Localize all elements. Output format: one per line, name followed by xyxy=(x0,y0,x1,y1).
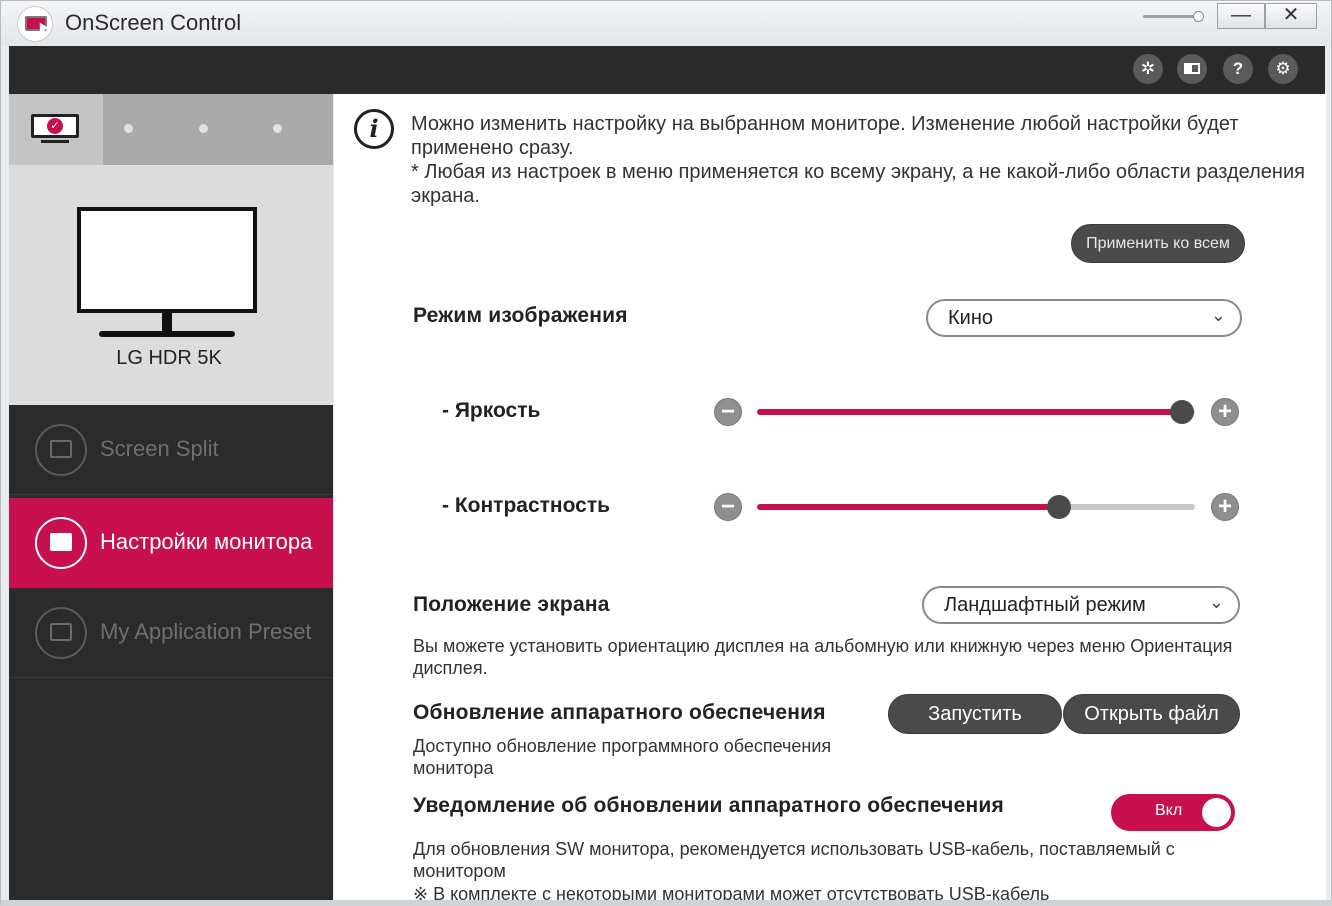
screen-position-label: Положение экрана xyxy=(413,593,610,616)
monitor-settings-icon xyxy=(35,517,87,569)
monitor-tab-selected[interactable]: ✓ xyxy=(9,94,103,165)
monitor-tab-2[interactable] xyxy=(124,124,133,133)
info-line-1: Можно изменить настройку на выбранном мо… xyxy=(411,113,1239,159)
cursor-click-icon[interactable]: ✲ xyxy=(1133,54,1163,84)
brightness-minus-button[interactable]: − xyxy=(714,398,742,426)
firmware-update-description: Доступно обновление программного обеспеч… xyxy=(413,736,832,778)
screen-position-value: Ландшафтный режим xyxy=(944,594,1146,616)
close-button[interactable]: ✕ xyxy=(1265,3,1317,29)
chevron-down-icon: ⌄ xyxy=(1210,305,1226,325)
application-preset-icon xyxy=(35,607,87,659)
firmware-update-label: Обновление аппаратного обеспечения xyxy=(413,701,826,724)
run-update-button[interactable]: Запустить xyxy=(888,694,1062,734)
monitor-illustration-screen xyxy=(77,207,257,313)
update-notification-label: Уведомление об обновлении аппаратного об… xyxy=(413,794,1004,817)
monitor-name: LG HDR 5K xyxy=(116,347,222,369)
brightness-slider-fill xyxy=(757,409,1182,415)
chevron-down-icon: ⌄ xyxy=(1208,592,1224,612)
app-logo-icon xyxy=(17,6,53,42)
check-icon: ✓ xyxy=(47,118,63,134)
transparency-slider-track xyxy=(1143,15,1199,18)
monitor-illustration-base xyxy=(99,331,235,337)
picture-mode-label: Режим изображения xyxy=(413,304,628,327)
nav-screen-split-label: Screen Split xyxy=(100,436,219,461)
contrast-label: - Контрастность xyxy=(442,494,611,517)
title-bar[interactable]: OnScreen Control — ✕ xyxy=(1,1,1331,45)
nav-monitor-settings-label: Настройки монитора xyxy=(100,529,313,554)
monitor-settings-icon-glyph xyxy=(50,533,72,551)
nav-my-application-preset[interactable]: My Application Preset xyxy=(9,588,333,678)
app-window: OnScreen Control — ✕ ✲ ? ⚙ ✓ LG HDR 5K S… xyxy=(0,0,1332,906)
brightness-plus-button[interactable]: + xyxy=(1211,398,1239,426)
window-bottom-border xyxy=(1,900,1332,906)
monitor-tabs: ✓ xyxy=(9,94,333,165)
update-notification-toggle[interactable]: Вкл xyxy=(1111,794,1235,831)
open-file-button[interactable]: Открыть файл xyxy=(1063,694,1240,734)
info-line-2: * Любая из настроек в меню применяется к… xyxy=(411,161,1305,207)
monitor-icon-stand xyxy=(41,140,69,143)
screen-split-icon-glyph xyxy=(50,440,72,458)
nav-my-application-preset-label: My Application Preset xyxy=(100,619,312,644)
contrast-slider-fill xyxy=(757,504,1060,510)
nav-monitor-settings[interactable]: Настройки монитора xyxy=(9,498,333,588)
screen-split-icon xyxy=(35,424,87,476)
transparency-slider[interactable] xyxy=(1143,11,1205,23)
settings-gear-icon[interactable]: ⚙ xyxy=(1268,54,1298,84)
help-icon[interactable]: ? xyxy=(1223,54,1253,84)
transparency-slider-thumb[interactable] xyxy=(1193,11,1204,22)
usb-cable-note: ※ В комплекте с некоторыми мониторами мо… xyxy=(413,884,1050,900)
picture-mode-select[interactable]: Кино ⌄ xyxy=(926,299,1242,337)
minimize-button[interactable]: — xyxy=(1217,3,1265,29)
brightness-slider[interactable] xyxy=(757,400,1195,424)
window-layout-glyph xyxy=(1184,63,1200,74)
screen-position-description: Вы можете установить ориентацию дисплея … xyxy=(413,636,1233,678)
window-title: OnScreen Control xyxy=(65,10,242,35)
contrast-plus-button[interactable]: + xyxy=(1211,493,1239,521)
contrast-slider-thumb[interactable] xyxy=(1047,495,1072,519)
info-icon: i xyxy=(354,109,394,149)
application-preset-icon-glyph xyxy=(50,623,72,641)
apply-to-all-button[interactable]: Применить ко всем xyxy=(1071,224,1245,263)
brightness-label: - Яркость xyxy=(442,399,541,422)
nav-screen-split[interactable]: Screen Split xyxy=(9,405,333,495)
top-toolbar: ✲ ? ⚙ xyxy=(9,46,1325,94)
contrast-minus-button[interactable]: − xyxy=(714,493,742,521)
monitor-illustration-neck xyxy=(162,313,172,333)
settings-panel: i Можно изменить настройку на выбранном … xyxy=(334,94,1326,900)
monitor-tab-3[interactable] xyxy=(199,124,208,133)
contrast-slider[interactable] xyxy=(757,495,1195,519)
brightness-slider-thumb[interactable] xyxy=(1169,400,1194,424)
window-layout-icon[interactable] xyxy=(1177,54,1207,84)
screen-position-select[interactable]: Ландшафтный режим ⌄ xyxy=(922,586,1240,624)
info-text: Можно изменить настройку на выбранном мо… xyxy=(411,112,1311,208)
sidebar: ✓ LG HDR 5K Screen Split Настройки монит… xyxy=(9,94,333,900)
toggle-knob xyxy=(1202,798,1231,827)
monitor-icon: ✓ xyxy=(31,114,79,146)
update-notification-description: Для обновления SW монитора, рекомендуетс… xyxy=(413,839,1175,881)
monitor-illustration xyxy=(77,207,257,343)
monitor-tab-4[interactable] xyxy=(273,124,282,133)
picture-mode-value: Кино xyxy=(948,307,993,329)
toggle-state-label: Вкл xyxy=(1155,802,1183,819)
